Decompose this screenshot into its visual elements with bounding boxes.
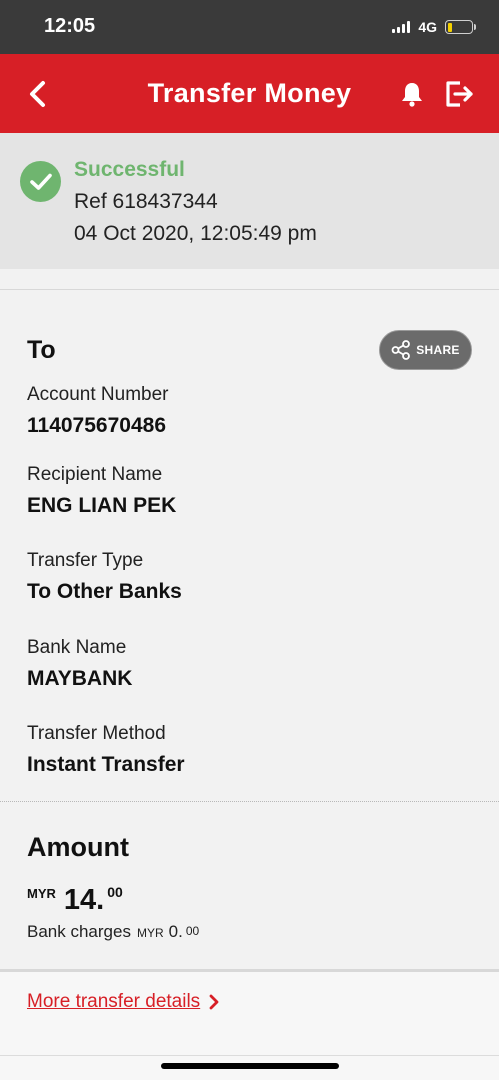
recipient-name-label: Recipient Name <box>27 464 163 485</box>
bank-charges-label: Bank charges <box>27 922 131 941</box>
logout-button[interactable] <box>440 74 480 114</box>
chevron-right-icon <box>209 994 219 1010</box>
status-indicators: 4G <box>392 19 476 35</box>
bank-charges: Bank charges MYR 0. 00 <box>27 922 199 942</box>
network-type: 4G <box>418 19 437 35</box>
section-heading-amount: Amount <box>27 832 129 862</box>
amount-whole: 14. <box>63 884 105 916</box>
bank-name-value: MAYBANK <box>27 667 133 690</box>
transfer-type-value: To Other Banks <box>27 580 182 603</box>
battery-icon <box>445 20 476 34</box>
bank-charges-whole: 0. <box>168 922 183 941</box>
transfer-method-value: Instant Transfer <box>27 753 185 776</box>
divider <box>0 1055 499 1056</box>
battery-fill <box>447 22 453 32</box>
status-time: 12:05 <box>44 15 96 37</box>
recipient-name-value: ENG LIAN PEK <box>27 494 177 517</box>
transfer-method-label: Transfer Method <box>27 723 166 744</box>
app-header: Transfer Money <box>0 54 499 133</box>
amount-value: MYR 14. 00 <box>27 881 123 915</box>
status-bar: 12:05 4G <box>0 0 499 54</box>
signal-icon <box>392 21 411 33</box>
bank-name-label: Bank Name <box>27 637 127 658</box>
bell-icon <box>402 83 422 107</box>
amount-currency: MYR <box>27 886 56 901</box>
reference-number: Ref 618437344 <box>74 190 218 213</box>
share-icon <box>391 340 411 360</box>
result-panel: Successful Ref 618437344 04 Oct 2020, 12… <box>0 133 499 269</box>
more-transfer-details-label: More transfer details <box>27 991 201 1012</box>
more-transfer-details-link[interactable]: More transfer details <box>27 991 220 1013</box>
logout-icon <box>446 81 473 107</box>
divider <box>0 801 499 802</box>
share-label: SHARE <box>416 343 460 357</box>
status-label: Successful <box>74 158 185 181</box>
divider <box>0 289 499 290</box>
bank-charges-cents: 00 <box>185 924 200 938</box>
transfer-type-label: Transfer Type <box>27 550 144 571</box>
account-number-label: Account Number <box>27 384 169 405</box>
section-heading-to: To <box>27 336 56 364</box>
account-number-value: 114075670486 <box>27 414 166 437</box>
home-indicator[interactable] <box>161 1063 339 1069</box>
share-button[interactable]: SHARE <box>379 330 472 370</box>
amount-cents: 00 <box>107 884 123 900</box>
transaction-datetime: 04 Oct 2020, 12:05:49 pm <box>74 222 317 245</box>
check-circle-icon <box>20 161 61 202</box>
bank-charges-currency: MYR <box>136 926 164 940</box>
notifications-button[interactable] <box>394 76 430 112</box>
